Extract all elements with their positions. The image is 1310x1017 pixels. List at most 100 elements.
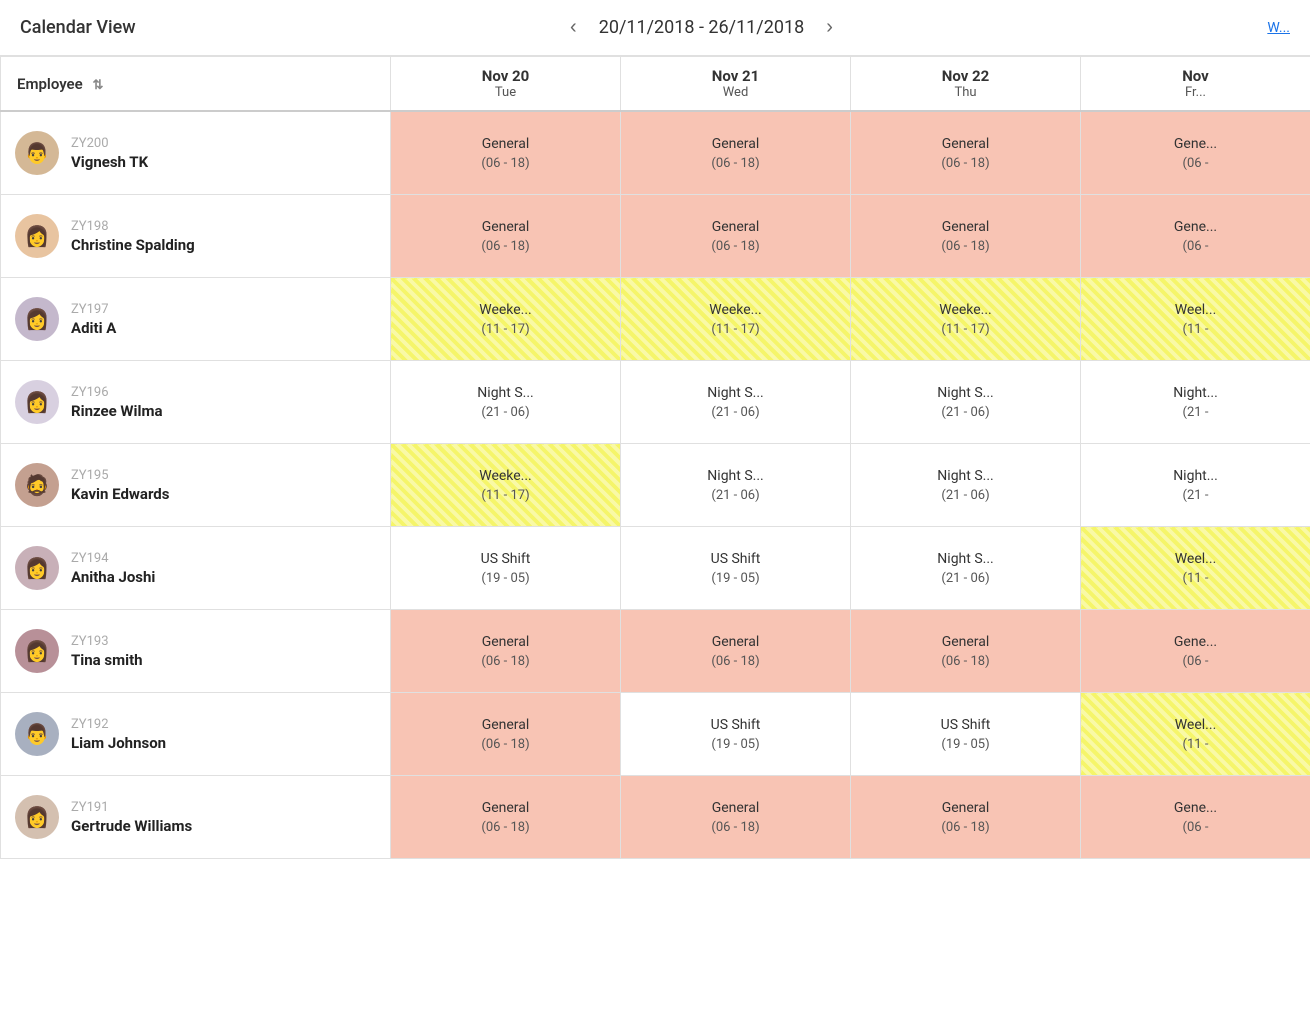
employee-name: Vignesh TK (71, 153, 148, 171)
shift-name: Night S... (629, 468, 842, 484)
shift-name: General (399, 136, 612, 152)
table-row: 👩 ZY197 Aditi A Weeke... (11 - 17) Weeke… (1, 278, 1310, 361)
shift-name: Weeke... (859, 302, 1072, 318)
shift-cell[interactable]: Night S... (21 - 06) (851, 527, 1081, 610)
avatar: 👨 (15, 712, 59, 756)
nov23-date: Nov (1089, 67, 1302, 85)
shift-cell[interactable]: General (06 - 18) (391, 111, 621, 195)
shift-cell[interactable]: General (06 - 18) (621, 195, 851, 278)
shift-name: US Shift (859, 717, 1072, 733)
shift-time: (06 - (1089, 156, 1302, 171)
next-button[interactable]: › (818, 14, 841, 41)
shift-cell[interactable]: General (06 - 18) (851, 610, 1081, 693)
shift-cell[interactable]: Weel... (11 - (1081, 693, 1310, 776)
col-nov20-header: Nov 20 Tue (391, 57, 621, 112)
shift-time: (06 - 18) (859, 156, 1072, 171)
shift-time: (06 - (1089, 820, 1302, 835)
shift-time: (11 - (1089, 322, 1302, 337)
shift-cell[interactable]: General (06 - 18) (391, 195, 621, 278)
shift-cell[interactable]: Weel... (11 - (1081, 527, 1310, 610)
employee-cell[interactable]: 👨 ZY200 Vignesh TK (1, 111, 391, 195)
shift-name: Weel... (1089, 302, 1302, 318)
shift-cell[interactable]: General (06 - 18) (621, 111, 851, 195)
shift-name: General (859, 800, 1072, 816)
shift-name: Night... (1089, 385, 1302, 401)
shift-time: (06 - 18) (399, 737, 612, 752)
shift-name: General (859, 219, 1072, 235)
employee-id: ZY197 (71, 302, 116, 317)
header-bar: Calendar View ‹ 20/11/2018 - 26/11/2018 … (0, 0, 1310, 56)
shift-cell[interactable]: Night... (21 - (1081, 361, 1310, 444)
employee-id: ZY193 (71, 634, 143, 649)
shift-cell[interactable]: Weeke... (11 - 17) (391, 444, 621, 527)
employee-column-header[interactable]: Employee ⇅ (1, 57, 391, 112)
employee-cell[interactable]: 👩 ZY193 Tina smith (1, 610, 391, 693)
shift-cell[interactable]: General (06 - 18) (621, 610, 851, 693)
shift-cell[interactable]: Night... (21 - (1081, 444, 1310, 527)
table-row: 👨 ZY200 Vignesh TK General (06 - 18) Gen… (1, 111, 1310, 195)
shift-name: General (399, 634, 612, 650)
sort-icon[interactable]: ⇅ (92, 78, 103, 93)
employee-cell[interactable]: 👩 ZY198 Christine Spalding (1, 195, 391, 278)
shift-cell[interactable]: General (06 - 18) (391, 610, 621, 693)
shift-name: General (629, 219, 842, 235)
shift-cell[interactable]: US Shift (19 - 05) (621, 693, 851, 776)
employee-id: ZY196 (71, 385, 163, 400)
shift-name: Gene... (1089, 800, 1302, 816)
date-range: 20/11/2018 - 26/11/2018 (599, 17, 804, 38)
shift-time: (11 - 17) (399, 322, 612, 337)
shift-cell[interactable]: General (06 - 18) (851, 776, 1081, 859)
shift-cell[interactable]: Weeke... (11 - 17) (621, 278, 851, 361)
shift-time: (21 - (1089, 488, 1302, 503)
shift-time: (06 - 18) (399, 820, 612, 835)
shift-name: Weeke... (629, 302, 842, 318)
employee-cell[interactable]: 👩 ZY196 Rinzee Wilma (1, 361, 391, 444)
prev-button[interactable]: ‹ (562, 14, 585, 41)
table-row: 👩 ZY193 Tina smith General (06 - 18) Gen… (1, 610, 1310, 693)
table-row: 👩 ZY191 Gertrude Williams General (06 - … (1, 776, 1310, 859)
shift-cell[interactable]: Weeke... (11 - 17) (851, 278, 1081, 361)
shift-name: General (629, 800, 842, 816)
shift-cell[interactable]: Night S... (21 - 06) (621, 444, 851, 527)
shift-cell[interactable]: Gene... (06 - (1081, 610, 1310, 693)
avatar: 👩 (15, 795, 59, 839)
shift-cell[interactable]: Night S... (21 - 06) (851, 361, 1081, 444)
shift-cell[interactable]: US Shift (19 - 05) (391, 527, 621, 610)
shift-cell[interactable]: Gene... (06 - (1081, 776, 1310, 859)
view-link[interactable]: W... (1267, 20, 1290, 36)
shift-cell[interactable]: Weeke... (11 - 17) (391, 278, 621, 361)
shift-cell[interactable]: Gene... (06 - (1081, 111, 1310, 195)
shift-cell[interactable]: US Shift (19 - 05) (621, 527, 851, 610)
employee-cell[interactable]: 👩 ZY191 Gertrude Williams (1, 776, 391, 859)
shift-cell[interactable]: General (06 - 18) (851, 195, 1081, 278)
shift-cell[interactable]: General (06 - 18) (621, 776, 851, 859)
shift-cell[interactable]: General (06 - 18) (851, 111, 1081, 195)
shift-time: (06 - 18) (859, 239, 1072, 254)
shift-cell[interactable]: Night S... (21 - 06) (391, 361, 621, 444)
shift-cell[interactable]: Gene... (06 - (1081, 195, 1310, 278)
employee-id: ZY198 (71, 219, 195, 234)
shift-time: (21 - (1089, 405, 1302, 420)
shift-time: (06 - 18) (629, 654, 842, 669)
employee-cell[interactable]: 👩 ZY197 Aditi A (1, 278, 391, 361)
shift-time: (06 - 18) (629, 820, 842, 835)
shift-time: (06 - 18) (399, 654, 612, 669)
shift-name: US Shift (629, 551, 842, 567)
nov21-date: Nov 21 (629, 67, 842, 85)
employee-cell[interactable]: 👨 ZY192 Liam Johnson (1, 693, 391, 776)
shift-cell[interactable]: General (06 - 18) (391, 776, 621, 859)
employee-cell[interactable]: 👩 ZY194 Anitha Joshi (1, 527, 391, 610)
shift-name: US Shift (399, 551, 612, 567)
shift-cell[interactable]: Night S... (21 - 06) (621, 361, 851, 444)
shift-cell[interactable]: Weel... (11 - (1081, 278, 1310, 361)
shift-time: (06 - (1089, 654, 1302, 669)
table-row: 👨 ZY192 Liam Johnson General (06 - 18) U… (1, 693, 1310, 776)
shift-cell[interactable]: US Shift (19 - 05) (851, 693, 1081, 776)
shift-name: Gene... (1089, 219, 1302, 235)
shift-time: (06 - 18) (399, 239, 612, 254)
shift-cell[interactable]: General (06 - 18) (391, 693, 621, 776)
employee-cell[interactable]: 🧔 ZY195 Kavin Edwards (1, 444, 391, 527)
shift-time: (21 - 06) (859, 405, 1072, 420)
avatar: 👩 (15, 629, 59, 673)
shift-cell[interactable]: Night S... (21 - 06) (851, 444, 1081, 527)
